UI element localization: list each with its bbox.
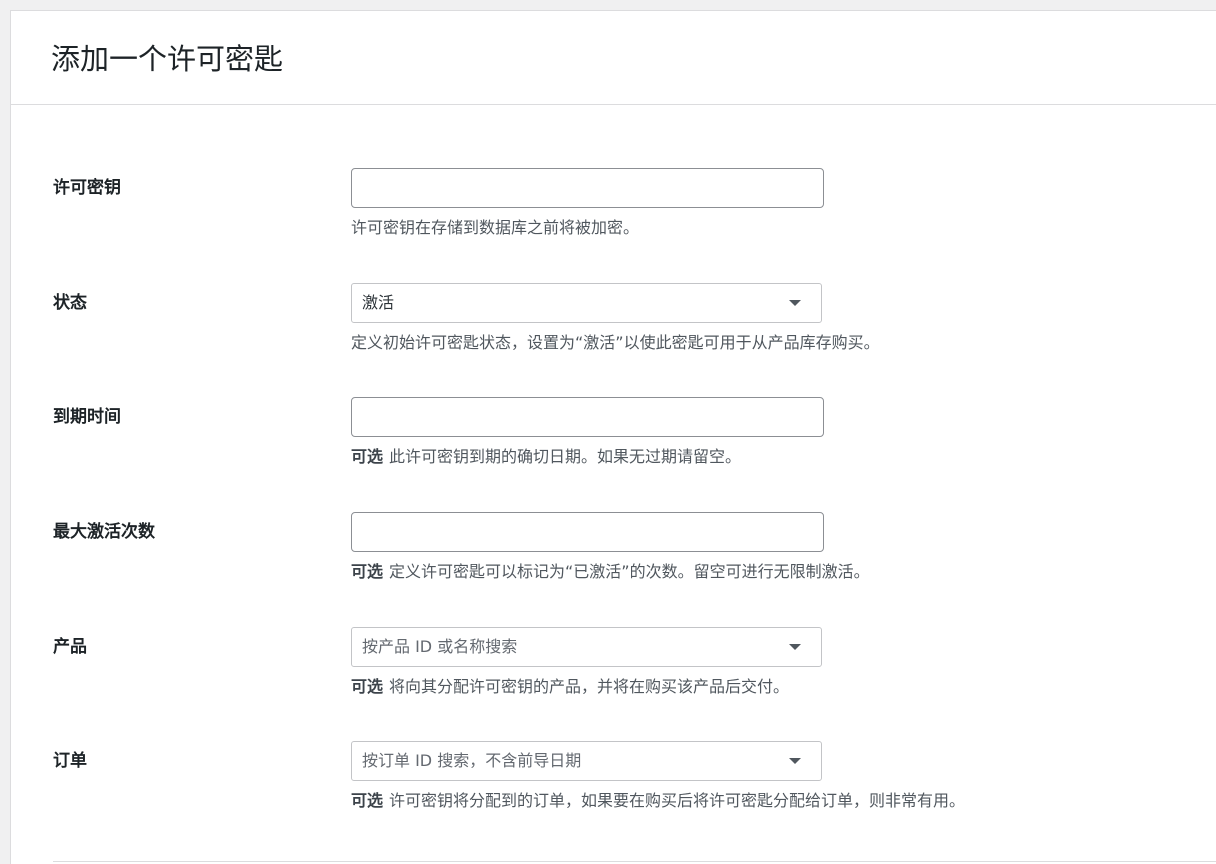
caret-down-icon <box>789 758 801 764</box>
expires-at-label: 到期时间 <box>53 407 121 427</box>
status-selected-value: 激活 <box>362 293 395 312</box>
expires-at-description: 可选 此许可密钥到期的确切日期。如果无过期请留空。 <box>351 445 741 469</box>
product-select[interactable]: 按产品 ID 或名称搜索 <box>351 627 822 667</box>
product-description: 可选 将向其分配许可密钥的产品，并将在购买该产品后交付。 <box>351 675 789 699</box>
caret-down-icon <box>789 300 801 306</box>
max-activations-description-text: 定义许可密匙可以标记为“已激活”的次数。留空可进行无限制激活。 <box>389 562 870 581</box>
order-label: 订单 <box>53 751 87 771</box>
product-label: 产品 <box>53 637 87 657</box>
caret-down-icon <box>789 644 801 650</box>
order-description-text: 许可密钥将分配到的订单，如果要在购买后将许可密匙分配给订单，则非常有用。 <box>389 791 966 810</box>
product-select-placeholder: 按产品 ID 或名称搜索 <box>362 637 518 656</box>
license-key-description: 许可密钥在存储到数据库之前将被加密。 <box>351 216 639 240</box>
panel-header: 添加一个许可密匙 <box>11 11 1216 105</box>
order-description: 可选 许可密钥将分配到的订单，如果要在购买后将许可密匙分配给订单，则非常有用。 <box>351 789 965 813</box>
license-key-input[interactable] <box>351 168 824 208</box>
optional-tag: 可选 <box>351 562 384 581</box>
form-divider <box>53 861 1216 862</box>
status-description: 定义初始许可密匙状态，设置为“激活”以使此密匙可用于从产品库存购买。 <box>351 331 880 355</box>
max-activations-input[interactable] <box>351 512 824 552</box>
product-description-text: 将向其分配许可密钥的产品，并将在购买该产品后交付。 <box>389 677 790 696</box>
license-key-description-text: 许可密钥在存储到数据库之前将被加密。 <box>351 218 640 237</box>
license-key-label: 许可密钥 <box>53 178 121 198</box>
status-select[interactable]: 激活 <box>351 283 822 323</box>
expires-at-description-text: 此许可密钥到期的确切日期。如果无过期请留空。 <box>389 447 742 466</box>
expires-at-input[interactable] <box>351 397 824 437</box>
status-label: 状态 <box>53 293 87 313</box>
order-select[interactable]: 按订单 ID 搜索，不含前导日期 <box>351 741 822 781</box>
optional-tag: 可选 <box>351 791 384 810</box>
optional-tag: 可选 <box>351 677 384 696</box>
order-select-placeholder: 按订单 ID 搜索，不含前导日期 <box>362 751 582 770</box>
max-activations-description: 可选 定义许可密匙可以标记为“已激活”的次数。留空可进行无限制激活。 <box>351 560 870 584</box>
add-license-key-panel: 添加一个许可密匙 许可密钥 许可密钥在存储到数据库之前将被加密。 状态 激活 定… <box>10 10 1216 864</box>
optional-tag: 可选 <box>351 447 384 466</box>
max-activations-label: 最大激活次数 <box>53 522 155 542</box>
page-title: 添加一个许可密匙 <box>51 42 284 76</box>
status-description-text: 定义初始许可密匙状态，设置为“激活”以使此密匙可用于从产品库存购买。 <box>351 333 880 352</box>
